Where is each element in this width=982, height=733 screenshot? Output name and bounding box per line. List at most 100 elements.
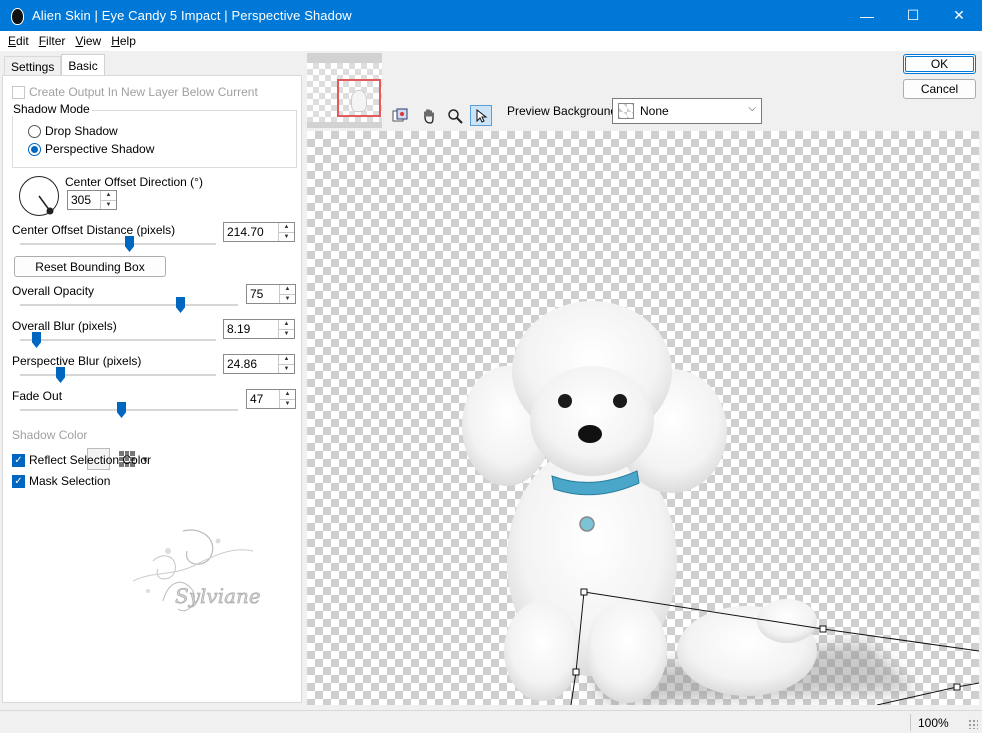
center-offset-distance-label: Center Offset Distance (pixels) xyxy=(12,223,176,237)
spin-up-icon[interactable]: ▲ xyxy=(279,320,294,330)
title-bar: Alien Skin | Eye Candy 5 Impact | Perspe… xyxy=(0,0,982,31)
preview-canvas[interactable] xyxy=(307,131,979,705)
perspective-shadow-option[interactable]: Perspective Shadow xyxy=(28,142,154,156)
basic-tab-content: Create Output In New Layer Below Current… xyxy=(2,75,302,703)
zoom-icon[interactable] xyxy=(444,105,466,126)
direction-dial[interactable] xyxy=(19,176,59,216)
zoom-level: 100% xyxy=(918,716,949,730)
dog-front-leg-left xyxy=(504,601,580,701)
perspective-shadow-label: Perspective Shadow xyxy=(45,142,155,156)
perspective-shadow-radio[interactable] xyxy=(28,142,41,156)
shadow-color-label: Shadow Color xyxy=(12,428,88,442)
menu-edit[interactable]: Edit xyxy=(4,34,33,48)
spin-up-icon[interactable]: ▲ xyxy=(280,285,295,295)
tab-basic[interactable]: Basic xyxy=(61,54,105,76)
fade-out-label: Fade Out xyxy=(12,389,63,403)
spin-down-icon[interactable]: ▼ xyxy=(280,295,295,304)
dog-eye-left xyxy=(558,394,572,408)
collar-charm xyxy=(579,516,595,532)
fade-out-input[interactable]: 47 ▲ ▼ xyxy=(246,389,296,409)
fade-out-track[interactable] xyxy=(20,409,238,411)
overall-opacity-thumb[interactable] xyxy=(176,297,185,313)
create-output-row[interactable]: Create Output In New Layer Below Current xyxy=(12,85,258,99)
maximize-button[interactable]: ☐ xyxy=(890,0,936,31)
tab-settings[interactable]: Settings xyxy=(4,56,62,76)
bbox-handle[interactable] xyxy=(580,588,588,596)
reflect-selection-color-label: Reflect Selection Color xyxy=(29,453,152,467)
perspective-blur-track[interactable] xyxy=(20,374,216,376)
spin-up-icon[interactable]: ▲ xyxy=(280,390,295,400)
dial-needle-icon xyxy=(37,195,53,214)
preview-background-select[interactable]: None ⌵ xyxy=(612,98,762,124)
spin-up-icon[interactable]: ▲ xyxy=(279,355,294,365)
center-offset-direction-input[interactable]: 305 ▲ ▼ xyxy=(67,190,117,210)
ok-button[interactable]: OK xyxy=(903,54,976,74)
overall-opacity-label: Overall Opacity xyxy=(12,284,95,298)
dog-front-leg-right xyxy=(587,599,667,703)
sylviane-watermark: Sylviane xyxy=(132,529,261,612)
close-button[interactable]: ✕ xyxy=(936,0,982,31)
status-bar: 100% xyxy=(0,710,982,733)
alien-skin-app-icon xyxy=(9,7,25,25)
preview-tool-icon[interactable] xyxy=(389,105,411,126)
center-offset-distance-input[interactable]: 214.70 ▲ ▼ xyxy=(223,222,295,242)
hand-icon[interactable] xyxy=(418,105,440,126)
thumbnail-dog-image xyxy=(351,90,367,112)
drop-shadow-option[interactable]: Drop Shadow xyxy=(28,124,118,138)
overall-blur-label: Overall Blur (pixels) xyxy=(12,319,117,333)
center-offset-distance-thumb[interactable] xyxy=(125,236,134,252)
menu-filter[interactable]: Filter xyxy=(35,34,70,48)
mask-selection-row[interactable]: ✓ Mask Selection xyxy=(12,474,110,488)
reflect-selection-color-checkbox[interactable]: ✓ xyxy=(12,453,25,467)
perspective-blur-input[interactable]: 24.86 ▲ ▼ xyxy=(223,354,295,374)
bbox-handle[interactable] xyxy=(572,668,580,676)
preview-background-value: None xyxy=(640,104,669,118)
dog-face xyxy=(530,366,654,476)
arrow-select-icon[interactable] xyxy=(470,105,492,126)
window-title: Alien Skin | Eye Candy 5 Impact | Perspe… xyxy=(32,8,352,23)
overall-blur-thumb[interactable] xyxy=(32,332,41,348)
cancel-button[interactable]: Cancel xyxy=(903,79,976,99)
reflect-selection-color-row[interactable]: ✓ Reflect Selection Color xyxy=(12,453,151,467)
spin-down-icon[interactable]: ▼ xyxy=(279,233,294,242)
minimize-button[interactable]: — xyxy=(844,0,890,31)
shadow-mode-title: Shadow Mode xyxy=(11,102,92,116)
preview-background-label: Preview Background: xyxy=(507,104,621,118)
center-offset-direction-label: Center Offset Direction (°) xyxy=(65,175,203,189)
perspective-blur-label: Perspective Blur (pixels) xyxy=(12,354,142,368)
overall-blur-track[interactable] xyxy=(20,339,216,341)
preview-toolbar: Preview Background: None ⌵ xyxy=(303,51,982,131)
dog-eye-right xyxy=(613,394,627,408)
menu-bar: Edit Filter View Help xyxy=(0,31,982,51)
navigator-thumbnail[interactable] xyxy=(307,53,382,128)
mask-selection-checkbox[interactable]: ✓ xyxy=(12,474,25,488)
bbox-handle[interactable] xyxy=(953,683,961,691)
status-separator xyxy=(910,714,911,731)
shadow-mode-group xyxy=(12,110,297,168)
perspective-blur-thumb[interactable] xyxy=(56,367,65,383)
dog-tail xyxy=(757,599,817,643)
preview-image xyxy=(462,301,979,705)
bbox-handle[interactable] xyxy=(819,625,827,633)
dog-nose xyxy=(578,425,602,443)
spin-up-icon[interactable]: ▲ xyxy=(101,191,116,201)
overall-opacity-input[interactable]: 75 ▲ ▼ xyxy=(246,284,296,304)
fade-out-thumb[interactable] xyxy=(117,402,126,418)
spin-down-icon[interactable]: ▼ xyxy=(279,330,294,339)
spin-up-icon[interactable]: ▲ xyxy=(279,223,294,233)
overall-opacity-track[interactable] xyxy=(20,304,238,306)
spin-down-icon[interactable]: ▼ xyxy=(280,400,295,409)
menu-help[interactable]: Help xyxy=(107,34,140,48)
menu-view[interactable]: View xyxy=(71,34,105,48)
spin-down-icon[interactable]: ▼ xyxy=(279,365,294,374)
drop-shadow-radio[interactable] xyxy=(28,124,41,138)
transparent-swatch-icon xyxy=(618,103,634,119)
create-output-label: Create Output In New Layer Below Current xyxy=(29,85,258,99)
spin-down-icon[interactable]: ▼ xyxy=(101,201,116,210)
overall-blur-input[interactable]: 8.19 ▲ ▼ xyxy=(223,319,295,339)
settings-panel: Settings Basic Create Output In New Laye… xyxy=(0,51,303,705)
create-output-checkbox[interactable] xyxy=(12,85,25,99)
resize-grip-icon[interactable] xyxy=(968,719,978,729)
center-offset-distance-track[interactable] xyxy=(20,243,216,245)
reset-bounding-box-button[interactable]: Reset Bounding Box xyxy=(14,256,166,277)
